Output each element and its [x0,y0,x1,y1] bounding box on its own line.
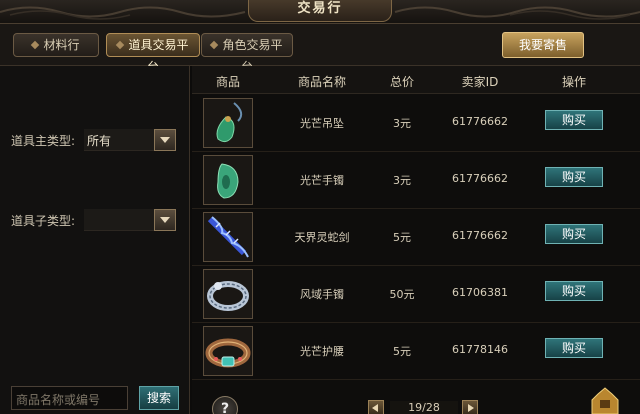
window-title: 交易行 [248,0,392,22]
item-price: 50元 [389,288,415,301]
buy-button[interactable]: 购买 [545,281,603,301]
next-page-button[interactable] [462,400,478,414]
search-input[interactable]: 商品名称或编号 [11,386,128,410]
jade-pendant-icon[interactable] [203,98,253,148]
tab-bar: 材料行 道具交易平台 角色交易平台 我要寄售 [0,24,640,74]
table-header: 商品 商品名称 总价 卖家ID 操作 [192,66,640,94]
jeweled-belt-icon[interactable] [203,326,253,376]
header-item-name: 商品名称 [297,75,346,89]
table-row: 天界灵蛇剑 5元 61776662 购买 [192,209,640,266]
header-item: 商品 [215,75,240,89]
buy-button[interactable]: 购买 [545,167,603,187]
seller-id: 61778146 [452,343,508,356]
item-price: 5元 [393,231,411,244]
table-row: 风域手镯 50元 61706381 购买 [192,266,640,323]
main-type-select[interactable]: 所有 [84,129,176,151]
chevron-down-icon[interactable] [154,129,176,151]
buy-button[interactable]: 购买 [545,338,603,358]
tab-materials[interactable]: 材料行 [13,33,99,57]
table-footer: ? 19/28 [192,387,640,414]
blue-snake-sword-icon[interactable] [203,212,253,262]
seller-id: 61776662 [452,229,508,242]
seller-id: 61776662 [452,115,508,128]
sub-type-label: 道具子类型: [11,214,76,228]
header-price: 总价 [389,75,414,89]
table-row: 光芒护腰 5元 61778146 购买 [192,323,640,380]
listing-table: 商品 商品名称 总价 卖家ID 操作 光芒吊坠 3元 61776662 购买 光… [192,66,640,414]
header-action: 操作 [561,75,586,89]
main-type-label: 道具主类型: [11,134,76,148]
jade-bracelet-icon[interactable] [203,155,253,205]
tab-item-trading[interactable]: 道具交易平台 [106,33,200,74]
dragon-ornament-right [394,6,640,20]
seller-id: 61706381 [452,286,508,299]
diamond-icon [31,40,40,50]
diamond-icon [210,40,219,50]
main-type-value: 所有 [87,134,112,148]
chevron-down-icon[interactable] [154,209,176,231]
consign-sell-button[interactable]: 我要寄售 [502,32,584,58]
help-icon[interactable]: ? [212,396,238,414]
table-row: 光芒吊坠 3元 61776662 购买 [192,95,640,152]
table-row: 光芒手镯 3元 61776662 购买 [192,152,640,209]
item-name: 光芒手镯 [300,174,344,187]
filter-panel: 道具主类型: 所有 道具子类型: 商品名称或编号 搜索 [0,66,190,414]
search-button[interactable]: 搜索 [139,386,179,410]
item-name: 风域手镯 [300,288,344,301]
golden-emblem-icon [591,387,619,414]
item-price: 3元 [393,117,411,130]
silver-bracelet-icon[interactable] [203,269,253,319]
prev-page-button[interactable] [368,400,384,414]
item-price: 5元 [393,345,411,358]
item-name: 光芒护腰 [300,345,344,358]
item-price: 3元 [393,174,411,187]
seller-id: 61776662 [452,172,508,185]
diamond-icon [116,40,125,50]
tab-label: 材料行 [43,38,80,52]
item-name: 天界灵蛇剑 [294,231,350,244]
header-seller-id: 卖家ID [461,75,499,89]
item-name: 光芒吊坠 [300,117,344,130]
tab-character-trading[interactable]: 角色交易平台 [201,33,293,74]
page-indicator: 19/28 [390,401,458,414]
buy-button[interactable]: 购买 [545,110,603,130]
sub-type-select[interactable] [84,209,176,231]
buy-button[interactable]: 购买 [545,224,603,244]
dragon-ornament-left [0,6,246,20]
title-bar: 交易行 [0,0,640,24]
